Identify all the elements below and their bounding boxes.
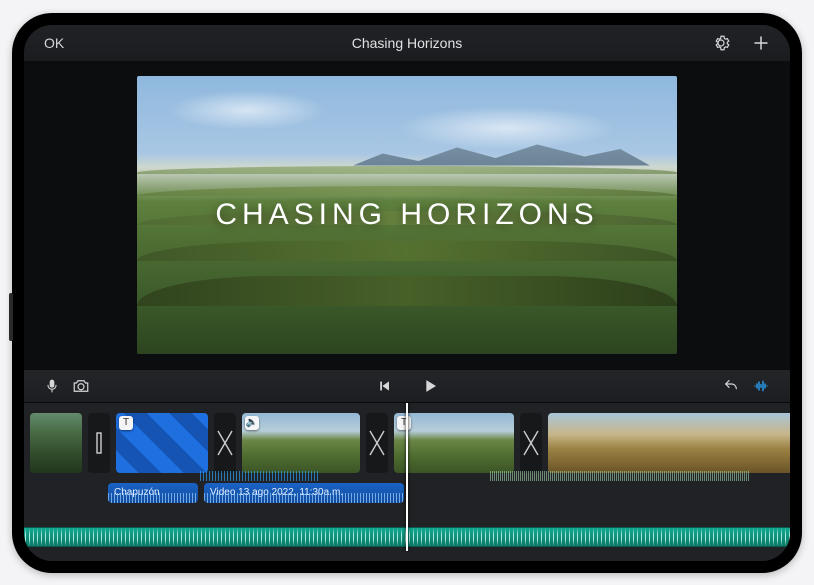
clip-thumbnail [394, 413, 514, 473]
plus-icon [752, 34, 770, 52]
video-clip[interactable] [30, 413, 82, 473]
clip-thumbnail [548, 413, 790, 473]
clip-waveform [490, 471, 750, 481]
ok-button[interactable]: OK [38, 31, 70, 55]
camera-import-button[interactable] [66, 374, 96, 398]
transport-bar [24, 369, 790, 403]
attached-audio-clip[interactable]: Chapuzón [108, 483, 198, 503]
audio-clip-waveform [108, 493, 198, 503]
ipad-device-frame: OK Chasing Horizons [12, 13, 802, 573]
undo-button[interactable] [716, 374, 746, 398]
audio-clip-waveform [204, 493, 404, 503]
video-clip[interactable] [548, 413, 790, 473]
microphone-icon [44, 378, 60, 394]
video-clip[interactable]: T [394, 413, 514, 473]
skip-back-icon [376, 379, 392, 393]
undo-icon [722, 378, 740, 394]
title-overlay: CHASING HORIZONS [137, 76, 677, 354]
preview-viewer[interactable]: CHASING HORIZONS [24, 61, 790, 369]
transition-bowtie[interactable] [520, 413, 542, 473]
preview-frame: CHASING HORIZONS [137, 76, 677, 354]
title-badge-icon: T [119, 416, 133, 430]
audio-waveform-toggle-button[interactable] [746, 374, 776, 398]
play-icon [422, 378, 438, 394]
music-waveform [24, 528, 790, 546]
transition-bowtie[interactable] [366, 413, 388, 473]
title-clip[interactable]: T [116, 413, 208, 473]
clip-thumbnail [30, 413, 82, 473]
play-button[interactable] [416, 374, 444, 398]
audio-waveform-icon [752, 378, 770, 394]
transport-center [24, 374, 790, 398]
app-screen: OK Chasing Horizons [24, 25, 790, 561]
clip-thumbnail [242, 413, 360, 473]
transition-cut[interactable] [88, 413, 110, 473]
video-track[interactable]: T 🔈 T [24, 413, 790, 473]
record-voiceover-button[interactable] [38, 374, 66, 398]
gear-icon [712, 34, 730, 52]
video-clip[interactable]: 🔈 [242, 413, 360, 473]
tablet-side-button [9, 293, 13, 341]
transition-bowtie[interactable] [214, 413, 236, 473]
app-header: OK Chasing Horizons [24, 25, 790, 61]
clip-audio-waveforms [24, 471, 790, 481]
attached-audio-clip[interactable]: Video 13 ago 2022, 11:30a.m. [204, 483, 404, 503]
clip-waveform [200, 471, 318, 481]
project-title: Chasing Horizons [24, 35, 790, 51]
camera-icon [72, 378, 90, 394]
audio-badge-icon: 🔈 [245, 416, 259, 430]
project-settings-button[interactable] [706, 30, 736, 56]
add-media-button[interactable] [746, 30, 776, 56]
title-badge-icon: T [397, 416, 411, 430]
timeline[interactable]: T 🔈 T Chapuzón Video 13 ago 2022, 11:30a.m. [24, 403, 790, 561]
go-to-start-button[interactable] [370, 374, 398, 398]
attached-audio-track[interactable]: Chapuzón Video 13 ago 2022, 11:30a.m. [24, 483, 790, 505]
background-music-track[interactable] [24, 527, 790, 547]
